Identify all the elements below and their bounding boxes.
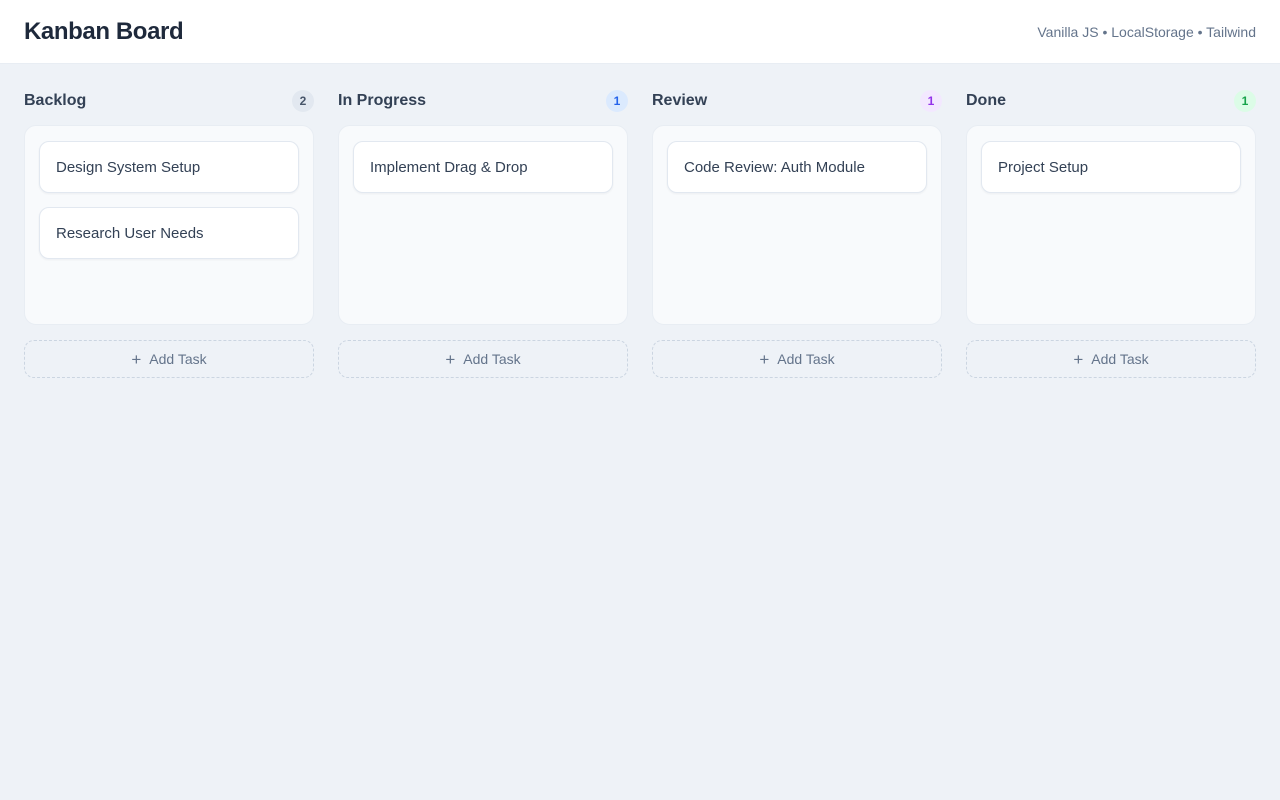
task-count-badge: 1 xyxy=(1234,90,1256,112)
page-title: Kanban Board xyxy=(24,18,183,46)
column-in-progress-dropzone[interactable]: Implement Drag & Drop xyxy=(338,125,628,325)
task-card[interactable]: Project Setup xyxy=(981,141,1241,193)
task-card[interactable]: Implement Drag & Drop xyxy=(353,141,613,193)
add-task-button-done[interactable]: + Add Task xyxy=(966,340,1256,378)
add-task-button-in-progress[interactable]: + Add Task xyxy=(338,340,628,378)
plus-icon: + xyxy=(131,351,141,368)
add-task-label: Add Task xyxy=(777,351,834,367)
task-count-badge: 1 xyxy=(606,90,628,112)
task-card[interactable]: Design System Setup xyxy=(39,141,299,193)
column-review: Review 1 Code Review: Auth Module + Add … xyxy=(652,90,942,378)
column-in-progress: In Progress 1 Implement Drag & Drop + Ad… xyxy=(338,90,628,378)
column-title: Backlog xyxy=(24,92,86,110)
task-title: Research User Needs xyxy=(56,225,204,242)
add-task-label: Add Task xyxy=(149,351,206,367)
task-count-badge: 1 xyxy=(920,90,942,112)
add-task-button-review[interactable]: + Add Task xyxy=(652,340,942,378)
kanban-board: Backlog 2 Design System Setup Research U… xyxy=(0,64,1280,402)
task-card[interactable]: Research User Needs xyxy=(39,207,299,259)
column-title: In Progress xyxy=(338,92,426,110)
column-header: Done 1 xyxy=(966,90,1256,112)
task-title: Project Setup xyxy=(998,159,1088,176)
add-task-label: Add Task xyxy=(463,351,520,367)
plus-icon: + xyxy=(1073,351,1083,368)
column-title: Review xyxy=(652,92,707,110)
tech-stack-subtitle: Vanilla JS • LocalStorage • Tailwind xyxy=(1037,24,1256,40)
column-backlog: Backlog 2 Design System Setup Research U… xyxy=(24,90,314,378)
add-task-label: Add Task xyxy=(1091,351,1148,367)
task-title: Code Review: Auth Module xyxy=(684,159,865,176)
column-backlog-dropzone[interactable]: Design System Setup Research User Needs xyxy=(24,125,314,325)
plus-icon: + xyxy=(759,351,769,368)
app-header: Kanban Board Vanilla JS • LocalStorage •… xyxy=(0,0,1280,64)
column-done: Done 1 Project Setup + Add Task xyxy=(966,90,1256,378)
task-title: Implement Drag & Drop xyxy=(370,159,528,176)
column-header: In Progress 1 xyxy=(338,90,628,112)
add-task-button-backlog[interactable]: + Add Task xyxy=(24,340,314,378)
task-card[interactable]: Code Review: Auth Module xyxy=(667,141,927,193)
task-title: Design System Setup xyxy=(56,159,200,176)
column-review-dropzone[interactable]: Code Review: Auth Module xyxy=(652,125,942,325)
column-done-dropzone[interactable]: Project Setup xyxy=(966,125,1256,325)
task-count-badge: 2 xyxy=(292,90,314,112)
column-header: Backlog 2 xyxy=(24,90,314,112)
plus-icon: + xyxy=(445,351,455,368)
column-title: Done xyxy=(966,92,1006,110)
column-header: Review 1 xyxy=(652,90,942,112)
